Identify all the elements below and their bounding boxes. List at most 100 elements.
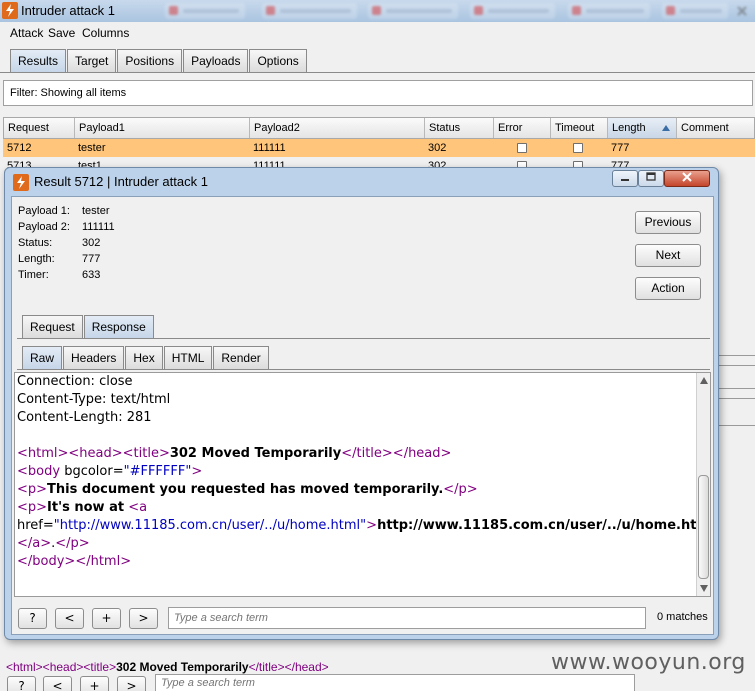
dialog-title: Result 5712 | Intruder attack 1	[34, 174, 208, 189]
meta-label: Timer:	[18, 269, 49, 281]
column-header-payload1[interactable]: Payload1	[75, 118, 250, 138]
column-header-request[interactable]: Request	[4, 118, 75, 138]
menu-columns[interactable]: Columns	[82, 26, 129, 40]
meta-value: 633	[82, 269, 101, 281]
search-input[interactable]	[169, 608, 645, 628]
closing-tags-line: </a>.</p>	[17, 536, 90, 551]
background-previous-match-button[interactable]: <	[43, 676, 72, 691]
minimize-icon	[621, 179, 629, 181]
bgcolor-attr-name: bgcolor	[64, 464, 113, 479]
closing-tags-line: </body></html>	[17, 554, 132, 569]
tab-results[interactable]: Results	[10, 49, 67, 72]
paragraph-text: This document you requested has moved te…	[47, 482, 444, 497]
vertical-scrollbar[interactable]	[696, 373, 710, 596]
paragraph-line: <p>This document you requested has moved…	[17, 482, 478, 497]
close-icon[interactable]	[735, 4, 749, 18]
column-header-timeout[interactable]: Timeout	[551, 118, 608, 138]
add-button[interactable]: +	[92, 608, 121, 629]
window-title: Intruder attack 1	[21, 3, 115, 18]
result-dialog: Result 5712 | Intruder attack 1 Payload …	[4, 167, 719, 640]
tab-hex[interactable]: Hex	[125, 346, 163, 369]
sort-ascending-icon	[662, 125, 670, 131]
background-browser-tab-icon	[568, 3, 650, 19]
main-tabs: Results Target Positions Payloads Option…	[10, 49, 308, 72]
background-search-bar: ? < + >	[0, 674, 755, 691]
response-header-line: Connection: close	[17, 374, 133, 389]
background-divider	[718, 355, 755, 356]
column-header-comment[interactable]: Comment	[677, 118, 754, 138]
background-search-input[interactable]	[156, 675, 634, 691]
close-icon	[682, 172, 692, 182]
href-attr-name: href	[17, 518, 43, 533]
maximize-icon	[646, 172, 656, 181]
previous-match-button[interactable]: <	[55, 608, 84, 629]
scroll-up-icon[interactable]	[700, 377, 708, 384]
html-title-text: 302 Moved Temporarily	[169, 446, 342, 461]
column-header-length[interactable]: Length	[608, 118, 677, 138]
help-button[interactable]: ?	[18, 608, 47, 629]
background-divider	[718, 388, 755, 389]
background-search-field[interactable]	[155, 674, 635, 691]
href-value: "http://www.11185.com.cn/user/../u/home.…	[53, 518, 367, 533]
meta-value: tester	[82, 205, 110, 217]
table-row[interactable]: 5712 tester 111111 302 777	[3, 139, 755, 157]
meta-label: Length:	[18, 253, 55, 265]
tab-response[interactable]: Response	[83, 315, 154, 338]
response-header-line: Content-Type: text/html	[17, 392, 171, 407]
tab-headers[interactable]: Headers	[63, 346, 125, 369]
previous-button[interactable]: Previous	[635, 211, 701, 234]
next-match-button[interactable]: >	[129, 608, 158, 629]
tab-divider	[17, 369, 710, 370]
tab-html[interactable]: HTML	[163, 346, 213, 369]
href-line: href="http://www.11185.com.cn/user/../u/…	[17, 517, 710, 535]
response-text: Connection: close Content-Type: text/htm…	[17, 373, 710, 571]
meta-value: 302	[82, 237, 101, 249]
tab-raw[interactable]: Raw	[22, 346, 63, 369]
background-next-match-button[interactable]: >	[117, 676, 146, 691]
response-editor[interactable]: Connection: close Content-Type: text/htm…	[14, 372, 711, 597]
meta-value: 777	[82, 253, 101, 265]
menu-attack[interactable]: Attack	[10, 26, 43, 40]
background-browser-tab-icon	[368, 3, 458, 19]
error-checkbox[interactable]	[517, 143, 527, 153]
tab-target[interactable]: Target	[67, 49, 117, 72]
column-header-status[interactable]: Status	[425, 118, 494, 138]
cell-payload1: tester	[78, 142, 106, 154]
next-button[interactable]: Next	[635, 244, 701, 267]
tab-render[interactable]: Render	[213, 346, 269, 369]
background-add-button[interactable]: +	[80, 676, 109, 691]
column-header-payload2[interactable]: Payload2	[250, 118, 425, 138]
column-header-error[interactable]: Error	[494, 118, 551, 138]
window-title-bar: Intruder attack 1	[0, 0, 755, 22]
background-browser-tab-icon	[165, 3, 245, 19]
close-button[interactable]	[664, 170, 710, 187]
filter-text: Filter: Showing all items	[10, 87, 127, 99]
background-browser-tab-icon	[662, 3, 728, 19]
scroll-down-icon[interactable]	[700, 585, 708, 592]
background-help-button[interactable]: ?	[7, 676, 36, 691]
bgcolor-value: "#FFFFFF"	[123, 464, 192, 479]
meta-value: 111111	[82, 221, 115, 233]
cell-payload2: 111111	[253, 142, 286, 154]
tab-positions[interactable]: Positions	[117, 49, 183, 72]
timeout-checkbox[interactable]	[573, 143, 583, 153]
search-field[interactable]	[168, 607, 646, 629]
meta-label: Payload 2:	[18, 221, 70, 233]
meta-label: Payload 1:	[18, 205, 70, 217]
tab-divider	[17, 338, 710, 339]
paragraph-line: <p>It's now at <a	[17, 500, 148, 515]
maximize-button[interactable]	[638, 170, 664, 187]
cell-status: 302	[428, 142, 447, 154]
action-button[interactable]: Action	[635, 277, 701, 300]
background-divider	[718, 398, 755, 399]
menu-save[interactable]: Save	[48, 26, 75, 40]
menu-bar: Attack Save Columns	[0, 22, 755, 44]
minimize-button[interactable]	[612, 170, 638, 187]
dialog-body: Payload 1: tester Payload 2: 111111 Stat…	[11, 196, 714, 635]
scrollbar-thumb[interactable]	[698, 475, 709, 579]
tab-request[interactable]: Request	[22, 315, 83, 338]
tab-payloads[interactable]: Payloads	[183, 49, 249, 72]
tab-options[interactable]: Options	[249, 49, 307, 72]
filter-bar[interactable]: Filter: Showing all items	[3, 80, 753, 106]
